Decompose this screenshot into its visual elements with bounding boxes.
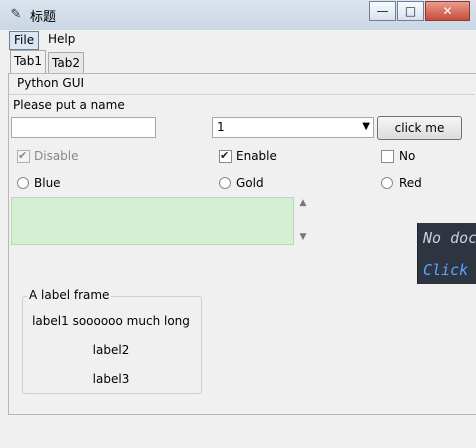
tab-1[interactable]: Tab1 — [10, 50, 46, 73]
close-button[interactable]: ✕ — [425, 1, 470, 21]
number-combobox[interactable]: 1 ▼ — [212, 117, 374, 138]
menu-bar: File Help — [0, 30, 476, 50]
tooltip-popup: No doc Click — [417, 223, 476, 284]
scroll-up-icon[interactable]: ▲ — [296, 197, 310, 209]
name-input[interactable] — [11, 117, 156, 138]
tooltip-line2: Click — [423, 261, 469, 279]
scroll-down-icon[interactable]: ▼ — [296, 231, 310, 243]
no-label[interactable]: No — [399, 149, 415, 163]
text-scrollbar[interactable]: ▲ ▼ — [296, 197, 310, 243]
maximize-button[interactable]: □ — [397, 1, 424, 21]
group-title: Python GUI — [14, 76, 88, 90]
label-frame-label-1: label1 soooooo much long — [32, 314, 190, 328]
tooltip-line1: No doc — [423, 229, 476, 247]
feather-icon: ✎ — [10, 7, 22, 22]
group-separator — [9, 94, 475, 95]
enable-checkbox[interactable] — [219, 149, 232, 163]
scrolled-text-area[interactable] — [11, 197, 294, 245]
label-frame-title: A label frame — [27, 288, 112, 302]
chevron-down-icon[interactable]: ▼ — [362, 121, 370, 132]
red-radio[interactable] — [381, 177, 393, 189]
label-frame-label-2: label2 — [92, 343, 130, 357]
name-prompt-label: Please put a name — [13, 98, 125, 112]
disable-label: Disable — [34, 149, 79, 163]
click-me-button[interactable]: click me — [377, 116, 462, 140]
blue-radio[interactable] — [17, 177, 29, 189]
no-checkbox[interactable] — [381, 150, 394, 163]
enable-label[interactable]: Enable — [236, 149, 277, 163]
title-bar: ✎ 标题 — □ ✕ — [0, 0, 476, 31]
gold-label[interactable]: Gold — [236, 176, 264, 190]
gold-radio[interactable] — [219, 177, 231, 189]
menu-file[interactable]: File — [9, 31, 40, 50]
window-title: 标题 — [30, 10, 57, 25]
disable-checkbox — [17, 149, 30, 163]
label-frame-label-3: label3 — [92, 372, 130, 386]
tab-2[interactable]: Tab2 — [48, 52, 84, 73]
minimize-button[interactable]: — — [369, 1, 396, 21]
app-window: ✎ 标题 — □ ✕ File Help Tab1 Tab2 Python GU… — [0, 0, 476, 448]
combo-value: 1 — [217, 120, 225, 134]
menu-help[interactable]: Help — [44, 31, 79, 48]
red-label[interactable]: Red — [399, 176, 422, 190]
blue-label[interactable]: Blue — [34, 176, 61, 190]
window-controls: — □ ✕ — [369, 1, 470, 21]
